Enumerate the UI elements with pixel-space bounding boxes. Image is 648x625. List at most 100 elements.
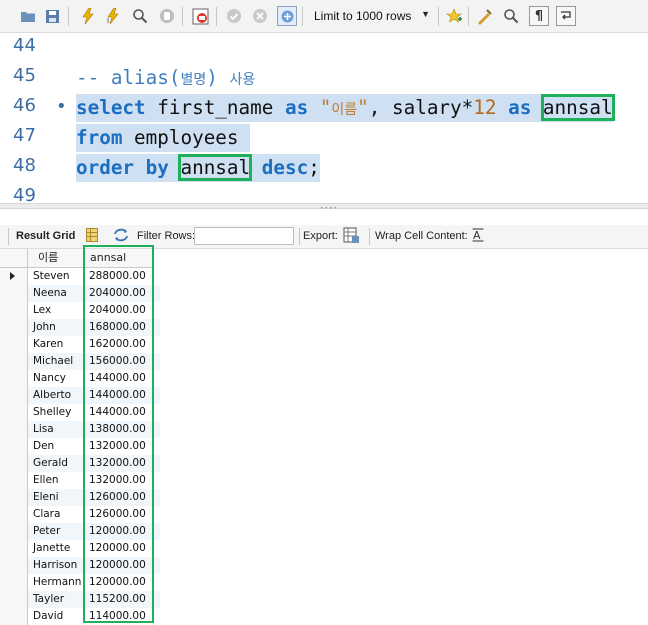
table-row[interactable]: Hermann 120000.00 xyxy=(0,574,160,591)
table-row[interactable]: David 114000.00 xyxy=(0,608,160,625)
table-row[interactable]: Gerald 132000.00 xyxy=(0,455,160,472)
table-row[interactable]: Janette 120000.00 xyxy=(0,540,160,557)
wrap-cell-icon[interactable]: A xyxy=(472,228,484,245)
cell-annsal[interactable]: 144000.00 xyxy=(84,370,154,387)
cell-annsal[interactable]: 120000.00 xyxy=(84,540,154,557)
table-row[interactable]: Eleni 126000.00 xyxy=(0,489,160,506)
table-row[interactable]: Neena 204000.00 xyxy=(0,285,160,302)
cell-name[interactable]: Eleni xyxy=(28,489,84,506)
result-grid[interactable]: 이름 annsal Steven 288000.00 Neena 204000.00 L… xyxy=(0,249,648,625)
stop-icon[interactable] xyxy=(157,6,177,26)
cell-annsal[interactable]: 120000.00 xyxy=(84,557,154,574)
table-row[interactable]: Shelley 144000.00 xyxy=(0,404,160,421)
limit-rows-select[interactable]: Limit to 1000 rows ▼ xyxy=(308,6,434,26)
table-row[interactable]: Lisa 138000.00 xyxy=(0,421,160,438)
lightning-icon[interactable] xyxy=(78,6,98,26)
panel-splitter[interactable]: •••• xyxy=(0,203,648,212)
rollback-icon[interactable] xyxy=(250,6,270,26)
magnifier-icon[interactable] xyxy=(130,6,150,26)
table-row[interactable]: Steven 288000.00 xyxy=(0,268,160,285)
row-selector[interactable] xyxy=(0,523,28,540)
row-selector[interactable] xyxy=(0,506,28,523)
row-selector[interactable] xyxy=(0,336,28,353)
cell-annsal[interactable]: 126000.00 xyxy=(84,489,154,506)
cell-name[interactable]: Gerald xyxy=(28,455,84,472)
cell-name[interactable]: Shelley xyxy=(28,404,84,421)
cell-name[interactable]: David xyxy=(28,608,84,625)
table-row[interactable]: Alberto 144000.00 xyxy=(0,387,160,404)
cell-annsal[interactable]: 132000.00 xyxy=(84,472,154,489)
cell-annsal[interactable]: 114000.00 xyxy=(84,608,154,625)
cell-name[interactable]: Den xyxy=(28,438,84,455)
find-icon[interactable] xyxy=(501,6,521,26)
row-selector[interactable] xyxy=(0,404,28,421)
cell-annsal[interactable]: 120000.00 xyxy=(84,523,154,540)
save-icon[interactable] xyxy=(42,6,62,26)
table-row[interactable]: Tayler 115200.00 xyxy=(0,591,160,608)
autocommit-icon[interactable] xyxy=(277,6,297,26)
row-selector[interactable] xyxy=(0,370,28,387)
beautify-icon[interactable] xyxy=(474,6,494,26)
stop-on-error-icon[interactable] xyxy=(190,6,210,26)
cell-annsal[interactable]: 144000.00 xyxy=(84,387,154,404)
cell-name[interactable]: Tayler xyxy=(28,591,84,608)
cell-name[interactable]: John xyxy=(28,319,84,336)
table-row[interactable]: Karen 162000.00 xyxy=(0,336,160,353)
table-row[interactable]: Den 132000.00 xyxy=(0,438,160,455)
favorite-icon[interactable] xyxy=(444,6,464,26)
cell-name[interactable]: Alberto xyxy=(28,387,84,404)
cell-name[interactable]: Ellen xyxy=(28,472,84,489)
export-icon[interactable] xyxy=(343,227,360,247)
row-selector[interactable] xyxy=(0,285,28,302)
column-header-annsal[interactable]: annsal xyxy=(84,249,154,268)
row-selector[interactable] xyxy=(0,608,28,625)
invisible-chars-icon[interactable]: ¶ xyxy=(529,6,549,26)
wrap-icon[interactable] xyxy=(556,6,576,26)
column-header-name[interactable]: 이름 xyxy=(28,249,84,268)
cell-annsal[interactable]: 168000.00 xyxy=(84,319,154,336)
cell-annsal[interactable]: 144000.00 xyxy=(84,404,154,421)
sql-editor[interactable]: 44 45 -- alias(별명) 사용 46 • select first_… xyxy=(0,33,648,203)
cell-annsal[interactable]: 138000.00 xyxy=(84,421,154,438)
cell-name[interactable]: Neena xyxy=(28,285,84,302)
commit-icon[interactable] xyxy=(224,6,244,26)
grid-view-icon[interactable] xyxy=(86,228,98,245)
table-row[interactable]: John 168000.00 xyxy=(0,319,160,336)
cell-name[interactable]: Lex xyxy=(28,302,84,319)
table-row[interactable]: Michael 156000.00 xyxy=(0,353,160,370)
cell-name[interactable]: Hermann xyxy=(28,574,84,591)
cell-name[interactable]: Nancy xyxy=(28,370,84,387)
cell-annsal[interactable]: 126000.00 xyxy=(84,506,154,523)
filter-rows-input[interactable] xyxy=(194,227,294,245)
cell-annsal[interactable]: 156000.00 xyxy=(84,353,154,370)
cell-annsal[interactable]: 288000.00 xyxy=(84,268,154,285)
table-row[interactable]: Lex 204000.00 xyxy=(0,302,160,319)
cell-name[interactable]: Steven xyxy=(28,268,84,285)
row-selector[interactable] xyxy=(0,353,28,370)
row-selector[interactable] xyxy=(0,489,28,506)
result-grid-tab[interactable]: Result Grid xyxy=(16,230,75,242)
cell-annsal[interactable]: 204000.00 xyxy=(84,302,154,319)
cell-name[interactable]: Harrison xyxy=(28,557,84,574)
cell-name[interactable]: Lisa xyxy=(28,421,84,438)
row-selector[interactable] xyxy=(0,421,28,438)
row-selector[interactable] xyxy=(0,540,28,557)
cell-name[interactable]: Karen xyxy=(28,336,84,353)
cell-annsal[interactable]: 115200.00 xyxy=(84,591,154,608)
refresh-icon[interactable] xyxy=(113,228,129,245)
cell-annsal[interactable]: 120000.00 xyxy=(84,574,154,591)
row-selector[interactable] xyxy=(0,387,28,404)
cell-annsal[interactable]: 132000.00 xyxy=(84,455,154,472)
table-row[interactable]: Harrison 120000.00 xyxy=(0,557,160,574)
cell-annsal[interactable]: 162000.00 xyxy=(84,336,154,353)
row-selector[interactable] xyxy=(0,557,28,574)
row-selector[interactable] xyxy=(0,455,28,472)
row-selector[interactable] xyxy=(0,319,28,336)
lightning-cursor-icon[interactable]: I xyxy=(104,6,124,26)
cell-name[interactable]: Janette xyxy=(28,540,84,557)
row-selector[interactable] xyxy=(0,438,28,455)
folder-icon[interactable] xyxy=(18,6,38,26)
row-selector[interactable] xyxy=(0,472,28,489)
cell-name[interactable]: Peter xyxy=(28,523,84,540)
row-selector[interactable] xyxy=(0,574,28,591)
